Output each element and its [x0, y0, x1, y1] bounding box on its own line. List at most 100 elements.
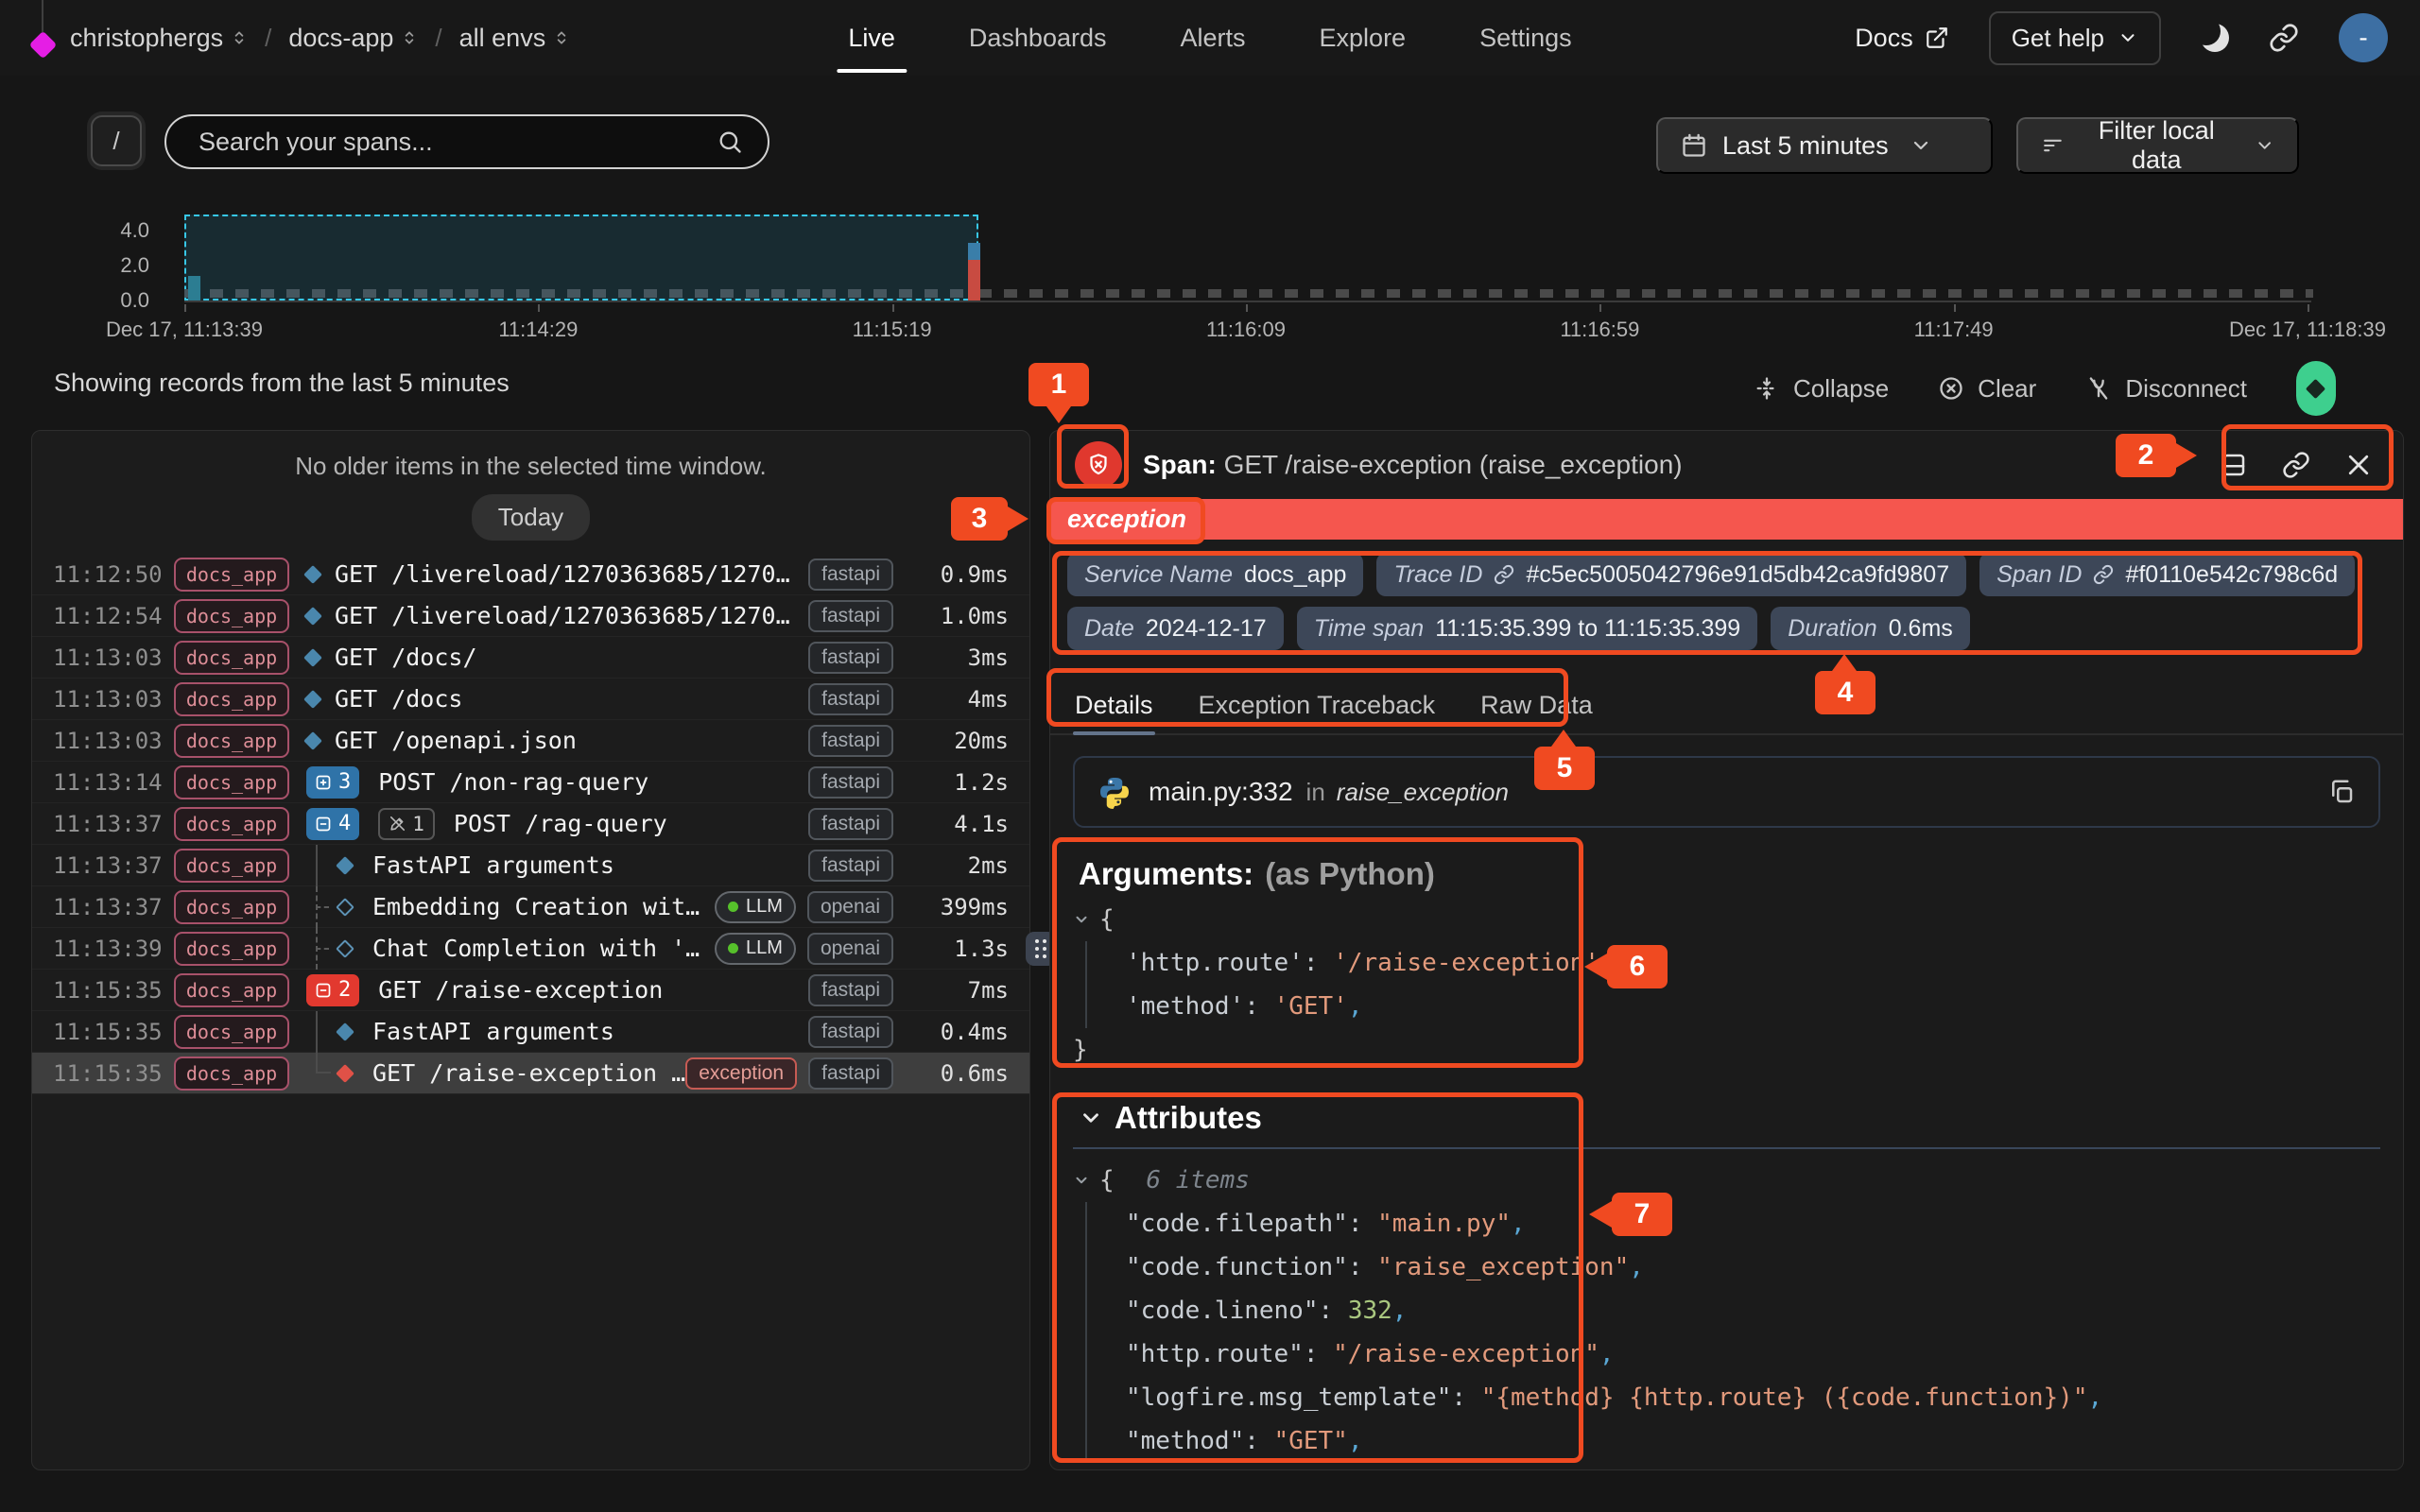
spans-histogram[interactable]: 0.02.04.0Dec 17, 11:13:3911:14:2911:15:1… — [0, 198, 2420, 350]
search-input[interactable] — [199, 128, 717, 157]
span-name: GET /livereload/1270363685/1270… — [335, 560, 808, 588]
breadcrumb-item-all-envs[interactable]: all envs — [459, 24, 571, 53]
nav-tab-settings[interactable]: Settings — [1479, 0, 1572, 76]
span-name: Chat Completion with '… — [372, 935, 715, 962]
detail-header: Span: GET /raise-exception (raise_except… — [1050, 431, 2403, 499]
x-axis-tick-label: Dec 17, 11:13:39 — [106, 318, 263, 342]
live-status-indicator[interactable] — [2296, 361, 2336, 416]
service-badge[interactable]: docs_app — [174, 682, 289, 716]
hidden-spans-badge[interactable]: 1 — [378, 808, 435, 840]
x-axis-tick — [2308, 304, 2309, 312]
span-row[interactable]: 11:15:35docs_app2GET /raise-exceptionfas… — [32, 970, 1029, 1011]
expand-icon — [315, 774, 332, 791]
service-badge[interactable]: docs_app — [174, 558, 289, 592]
nav-tab-explore[interactable]: Explore — [1320, 0, 1407, 76]
span-kind-icon — [303, 731, 322, 750]
collapse-caret-icon[interactable] — [1073, 911, 1090, 928]
source-file-line[interactable]: main.py:332 — [1149, 777, 1293, 807]
annotation-number: 1 — [1051, 369, 1067, 401]
time-selection-window[interactable] — [184, 215, 978, 301]
dock-panel-icon[interactable] — [2220, 451, 2248, 479]
detail-tab-raw-data[interactable]: Raw Data — [1478, 679, 1595, 733]
filter-local-data-button[interactable]: Filter local data — [2016, 117, 2299, 174]
breadcrumb-item-docs-app[interactable]: docs-app — [288, 24, 418, 53]
histogram-bar-spans[interactable] — [188, 276, 200, 301]
span-duration: 0.6ms — [905, 1060, 1009, 1087]
disconnect-icon — [2085, 375, 2112, 402]
clear-button[interactable]: Clear — [1938, 374, 2036, 404]
collapse-children-badge[interactable]: 2 — [306, 974, 359, 1006]
pencil-off-icon — [389, 815, 406, 833]
breadcrumb-item-christophergs[interactable]: christophergs — [70, 24, 248, 53]
detail-tab-exception-traceback[interactable]: Exception Traceback — [1197, 679, 1438, 733]
detail-tab-details[interactable]: Details — [1073, 679, 1155, 733]
collapse-children-badge[interactable]: 4 — [306, 808, 359, 840]
chip-value: 0.6ms — [1889, 615, 1953, 643]
arguments-heading: Arguments: (as Python) — [1079, 856, 2403, 892]
span-row[interactable]: 11:13:14docs_app3POST /non-rag-queryfast… — [32, 762, 1029, 803]
disconnect-button[interactable]: Disconnect — [2085, 374, 2247, 404]
logfire-logo-icon[interactable] — [29, 31, 58, 60]
collapse-caret-icon[interactable] — [1073, 1172, 1090, 1189]
link-icon — [2093, 564, 2114, 585]
get-help-button[interactable]: Get help — [1989, 11, 2161, 65]
copy-link-icon[interactable] — [2282, 451, 2310, 479]
service-badge[interactable]: docs_app — [174, 849, 289, 883]
service-badge[interactable]: docs_app — [174, 1015, 289, 1049]
nav-tab-alerts[interactable]: Alerts — [1180, 0, 1245, 76]
span-row[interactable]: 11:13:37docs_app41POST /rag-queryfastapi… — [32, 803, 1029, 845]
service-badge[interactable]: docs_app — [174, 599, 289, 633]
histogram-bar-errors[interactable] — [968, 260, 980, 301]
copy-icon[interactable] — [2327, 778, 2356, 806]
time-range-button[interactable]: Last 5 minutes — [1656, 117, 1993, 174]
span-row[interactable]: 11:12:54docs_appGET /livereload/12703636… — [32, 595, 1029, 637]
span-duration: 399ms — [905, 894, 1009, 920]
span-row[interactable]: 11:13:39docs_appChat Completion with '…L… — [32, 928, 1029, 970]
service-badge[interactable]: docs_app — [174, 765, 289, 799]
dark-mode-toggle[interactable] — [2201, 24, 2229, 52]
span-name: Embedding Creation wit… — [372, 893, 715, 920]
x-axis-tick — [892, 304, 894, 312]
span-start-time: 11:15:35 — [53, 1060, 174, 1087]
span-name: GET /raise-exception … — [372, 1059, 685, 1087]
service-badge[interactable]: docs_app — [174, 890, 289, 924]
service-badge[interactable]: docs_app — [174, 1057, 289, 1091]
close-icon[interactable] — [2344, 451, 2373, 479]
span-row[interactable]: 11:13:03docs_appGET /docsfastapi4ms — [32, 679, 1029, 720]
span-kind-icon — [303, 565, 322, 584]
framework-tag: fastapi — [808, 808, 893, 840]
span-row[interactable]: 11:12:50docs_appGET /livereload/12703636… — [32, 554, 1029, 595]
span-row[interactable]: 11:15:35docs_appFastAPI argumentsfastapi… — [32, 1011, 1029, 1053]
link-icon — [1494, 564, 1514, 585]
span-row[interactable]: 11:13:37docs_appEmbedding Creation wit…L… — [32, 886, 1029, 928]
nav-tab-live[interactable]: Live — [848, 0, 895, 76]
span-row[interactable]: 11:15:35docs_appGET /raise-exception …ex… — [32, 1053, 1029, 1094]
source-function: raise_exception — [1337, 778, 1509, 807]
service-badge[interactable]: docs_app — [174, 724, 289, 758]
attributes-heading-label: Attributes — [1115, 1100, 1262, 1136]
share-link-button[interactable] — [2269, 23, 2299, 53]
service-badge[interactable]: docs_app — [174, 641, 289, 675]
service-badge[interactable]: docs_app — [174, 807, 289, 841]
row-tags: fastapi2ms — [808, 850, 1009, 882]
today-pill[interactable]: Today — [472, 494, 590, 541]
annotation-tail — [2176, 443, 2197, 468]
service-badge[interactable]: docs_app — [174, 932, 289, 966]
collapse-button[interactable]: Collapse — [1754, 374, 1889, 404]
span-row[interactable]: 11:13:03docs_appGET /openapi.jsonfastapi… — [32, 720, 1029, 762]
chip-label: Span ID — [1996, 561, 2082, 589]
annotation-label-4: 4 — [1815, 671, 1876, 714]
user-avatar[interactable]: - — [2339, 13, 2388, 62]
span-row[interactable]: 11:13:03docs_appGET /docs/fastapi3ms — [32, 637, 1029, 679]
span-row[interactable]: 11:13:37docs_appFastAPI argumentsfastapi… — [32, 845, 1029, 886]
service-badge[interactable]: docs_app — [174, 973, 289, 1007]
expand-children-badge[interactable]: 3 — [306, 766, 359, 799]
avatar-label: - — [2359, 23, 2367, 53]
attributes-heading[interactable]: Attributes — [1079, 1100, 2403, 1136]
row-icon-zone — [306, 845, 372, 886]
exception-shield-icon — [1075, 441, 1122, 489]
child-count: 2 — [338, 978, 351, 1002]
docs-link[interactable]: Docs — [1855, 24, 1949, 53]
nav-tab-dashboards[interactable]: Dashboards — [969, 0, 1107, 76]
histogram-bar-spans[interactable] — [968, 243, 980, 260]
